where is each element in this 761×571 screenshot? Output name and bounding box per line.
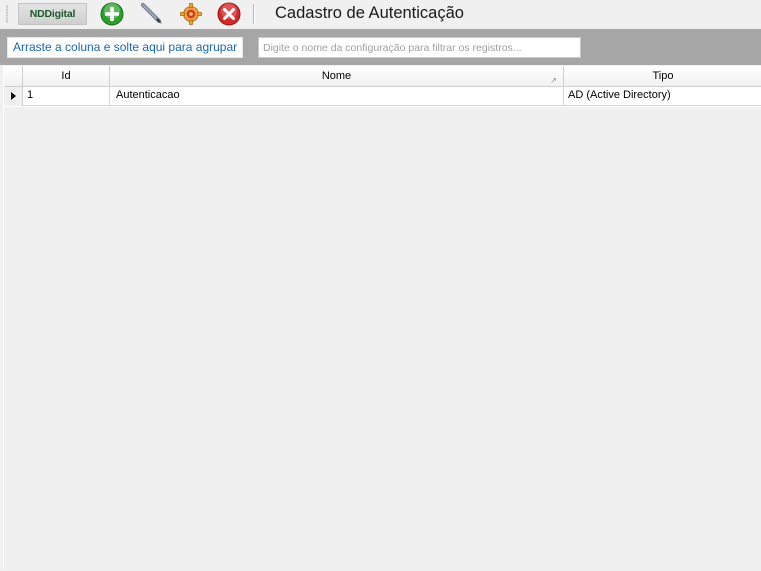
column-header-nome[interactable]: Nome ↗: [110, 66, 564, 87]
nddigital-logo: NDDigital: [18, 3, 87, 25]
column-header-nome-label: Nome: [321, 70, 352, 82]
cell-nome[interactable]: Autenticacao: [110, 87, 564, 106]
toolbar-grip[interactable]: [6, 5, 8, 23]
edit-button[interactable]: [139, 2, 165, 26]
add-icon: [100, 2, 124, 26]
settings-button[interactable]: [178, 2, 204, 26]
column-header-id-label: Id: [61, 70, 71, 82]
row-indicator[interactable]: [4, 87, 23, 106]
column-header-tipo-label: Tipo: [652, 70, 674, 82]
toolbar: NDDigital Cadastro de Autenticação: [0, 0, 761, 29]
current-row-arrow-icon: [11, 92, 16, 100]
column-header-id[interactable]: Id: [23, 66, 110, 87]
delete-x-icon: [217, 2, 241, 26]
settings-gear-icon: [180, 3, 202, 25]
toolbar-separator: [253, 4, 254, 24]
edit-pencil-icon: [141, 3, 162, 24]
filter-input[interactable]: [258, 37, 581, 58]
data-grid: Id Nome ↗ Tipo 1 Autenticacao AD (Active…: [3, 65, 761, 570]
delete-button[interactable]: [216, 2, 242, 26]
cell-id[interactable]: 1: [23, 87, 110, 106]
page-title: Cadastro de Autenticação: [275, 4, 464, 22]
cell-tipo[interactable]: AD (Active Directory): [564, 87, 761, 106]
group-panel: Arraste a coluna e solte aqui para agrup…: [0, 29, 761, 65]
row-indicator-header: [4, 66, 23, 87]
grid-empty-area: [4, 106, 761, 570]
add-button[interactable]: [99, 2, 125, 26]
column-header-tipo[interactable]: Tipo: [564, 66, 761, 87]
group-drop-area[interactable]: Arraste a coluna e solte aqui para agrup…: [7, 37, 244, 58]
table-row[interactable]: 1 Autenticacao AD (Active Directory): [4, 87, 761, 106]
